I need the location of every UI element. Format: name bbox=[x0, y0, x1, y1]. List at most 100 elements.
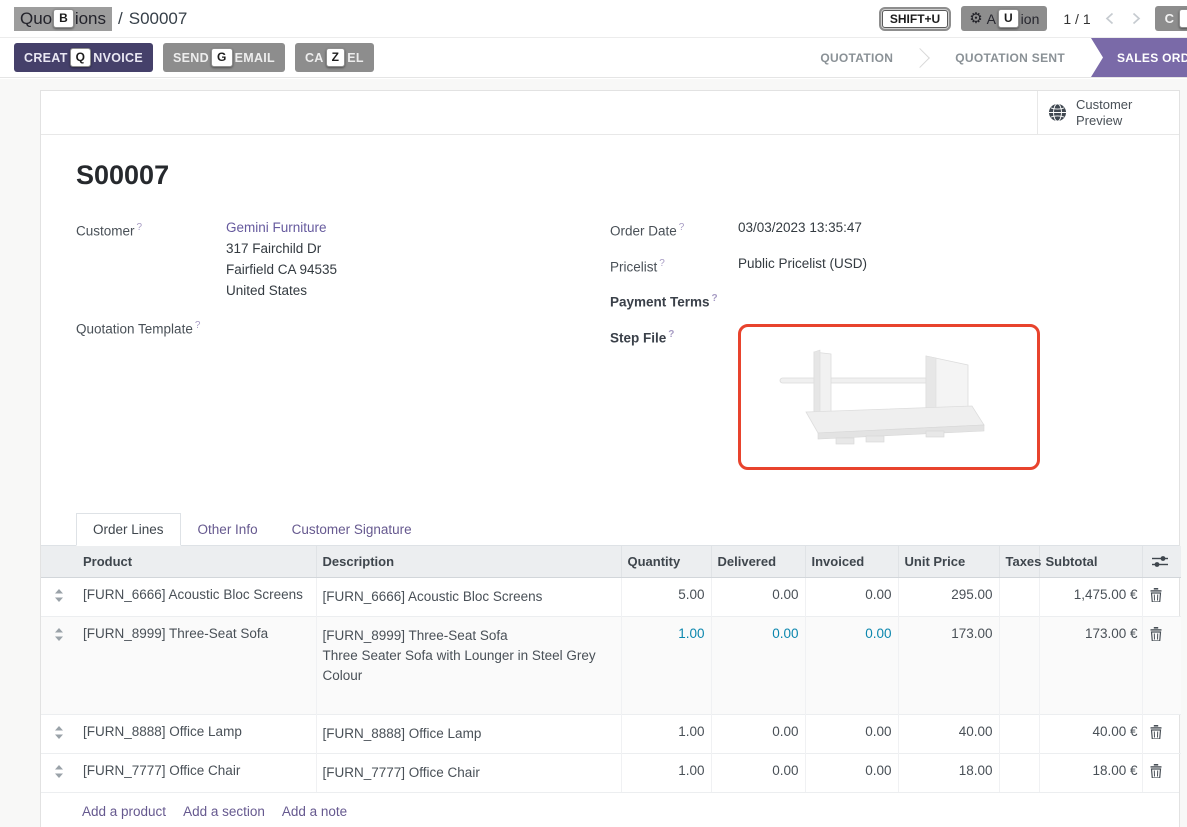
help-icon: ? bbox=[137, 222, 143, 233]
cancel-label-pre: CA bbox=[305, 51, 324, 65]
fields-left-column: Customer? Gemini Furniture 317 Fairchild… bbox=[76, 217, 610, 481]
keyboard-hint-q: Q bbox=[70, 48, 92, 67]
order-date-value[interactable]: 03/03/2023 13:35:47 bbox=[738, 217, 862, 242]
customer-address-line3: United States bbox=[226, 280, 337, 301]
pricelist-value[interactable]: Public Pricelist (USD) bbox=[738, 253, 867, 278]
taxes-cell[interactable] bbox=[999, 753, 1039, 792]
unit-price-cell[interactable]: 18.00 bbox=[898, 753, 999, 792]
taxes-column-header[interactable]: Taxes bbox=[999, 546, 1039, 578]
cancel-button[interactable]: CA Z EL bbox=[295, 43, 374, 72]
action-label-pre: A bbox=[987, 11, 996, 27]
delete-line-icon[interactable] bbox=[1150, 725, 1162, 739]
help-icon: ? bbox=[668, 329, 674, 340]
tab-order-lines[interactable]: Order Lines bbox=[76, 513, 181, 546]
order-line-row: [FURN_8999] Three-Seat Sofa [FURN_8999] … bbox=[41, 616, 1181, 714]
product-column-header[interactable]: Product bbox=[77, 546, 316, 578]
delivered-cell: 0.00 bbox=[711, 577, 805, 616]
breadcrumb-parent-pre: Quo bbox=[20, 9, 52, 29]
invoiced-cell: 0.00 bbox=[805, 714, 898, 753]
delivered-cell: 0.00 bbox=[711, 714, 805, 753]
add-a-section-link[interactable]: Add a section bbox=[183, 804, 265, 819]
product-cell[interactable]: [FURN_6666] Acoustic Bloc Screens bbox=[77, 577, 316, 616]
quantity-column-header[interactable]: Quantity bbox=[621, 546, 711, 578]
step-file-3d-preview bbox=[774, 338, 1004, 456]
keyboard-hint-b: B bbox=[53, 9, 74, 28]
edge-cutoff-button[interactable]: C bbox=[1155, 6, 1187, 31]
status-pipeline: QUOTATION QUOTATION SENT SALES ORDER bbox=[804, 38, 1187, 77]
help-icon: ? bbox=[712, 293, 718, 304]
quantity-cell[interactable]: 5.00 bbox=[621, 577, 711, 616]
taxes-cell[interactable] bbox=[999, 616, 1039, 714]
unit-price-cell[interactable]: 295.00 bbox=[898, 577, 999, 616]
product-cell[interactable]: [FURN_7777] Office Chair bbox=[77, 753, 316, 792]
customer-link[interactable]: Gemini Furniture bbox=[226, 220, 327, 235]
add-a-note-link[interactable]: Add a note bbox=[282, 804, 347, 819]
taxes-cell[interactable] bbox=[999, 714, 1039, 753]
status-step-quotation[interactable]: QUOTATION bbox=[804, 38, 909, 77]
step-file-image-field[interactable] bbox=[738, 324, 1040, 470]
tab-customer-signature[interactable]: Customer Signature bbox=[275, 513, 429, 546]
product-cell[interactable]: [FURN_8999] Three-Seat Sofa bbox=[77, 616, 316, 714]
tab-other-info[interactable]: Other Info bbox=[181, 513, 275, 546]
delete-line-icon[interactable] bbox=[1150, 764, 1162, 778]
send-email-button[interactable]: SEND G EMAIL bbox=[163, 43, 285, 72]
optional-columns-sliders-icon[interactable] bbox=[1152, 555, 1168, 568]
delivered-column-header[interactable]: Delivered bbox=[711, 546, 805, 578]
action-menu-button[interactable]: ⚙ A U ion bbox=[961, 6, 1047, 31]
fields-right-column: Order Date? 03/03/2023 13:35:47 Pricelis… bbox=[610, 217, 1144, 481]
customer-preview-button[interactable]: Customer Preview bbox=[1037, 91, 1179, 134]
send-email-label-pre: SEND bbox=[173, 51, 209, 65]
status-chevron-icon bbox=[909, 38, 939, 77]
description-column-header[interactable]: Description bbox=[316, 546, 621, 578]
unit-price-cell[interactable]: 173.00 bbox=[898, 616, 999, 714]
delete-line-icon[interactable] bbox=[1150, 627, 1162, 641]
description-cell[interactable]: [FURN_8999] Three-Seat SofaThree Seater … bbox=[316, 616, 621, 714]
shift-hint-button[interactable]: SHIFT+U bbox=[879, 7, 951, 31]
status-step-quotation-sent[interactable]: QUOTATION SENT bbox=[939, 38, 1081, 77]
order-date-label: Order Date? bbox=[610, 217, 738, 242]
help-icon: ? bbox=[195, 320, 201, 331]
order-line-row: [FURN_7777] Office Chair [FURN_7777] Off… bbox=[41, 753, 1181, 792]
taxes-cell[interactable] bbox=[999, 577, 1039, 616]
create-invoice-button[interactable]: CREAT Q NVOICE bbox=[14, 43, 153, 72]
handle-column-header bbox=[41, 546, 77, 578]
help-icon: ? bbox=[679, 222, 685, 233]
description-cell[interactable]: [FURN_7777] Office Chair bbox=[316, 753, 621, 792]
status-step-sales-order[interactable]: SALES ORDER bbox=[1091, 38, 1187, 77]
pricelist-label: Pricelist? bbox=[610, 253, 738, 278]
keyboard-hint-shift-u: SHIFT+U bbox=[882, 10, 948, 28]
description-cell[interactable]: [FURN_8888] Office Lamp bbox=[316, 714, 621, 753]
customer-address-line1: 317 Fairchild Dr bbox=[226, 238, 337, 259]
drag-handle-icon[interactable] bbox=[54, 726, 64, 739]
order-form-sheet: Customer Preview S00007 Customer? Gemini… bbox=[40, 90, 1180, 827]
description-line: [FURN_8999] Three-Seat Sofa bbox=[323, 626, 615, 646]
quantity-cell[interactable]: 1.00 bbox=[621, 753, 711, 792]
form-view-background: Customer Preview S00007 Customer? Gemini… bbox=[0, 79, 1187, 827]
breadcrumb-quotations-link[interactable]: Quo B ions bbox=[14, 7, 112, 31]
subtotal-column-header[interactable]: Subtotal bbox=[1039, 546, 1142, 578]
quantity-cell[interactable]: 1.00 bbox=[621, 616, 711, 714]
subtotal-cell: 173.00 € bbox=[1039, 616, 1142, 714]
drag-handle-icon[interactable] bbox=[54, 628, 64, 641]
payment-terms-label: Payment Terms? bbox=[610, 288, 738, 313]
drag-handle-icon[interactable] bbox=[54, 765, 64, 778]
product-cell[interactable]: [FURN_8888] Office Lamp bbox=[77, 714, 316, 753]
delivered-cell: 0.00 bbox=[711, 753, 805, 792]
page-title: S00007 bbox=[76, 160, 1144, 191]
quantity-cell[interactable]: 1.00 bbox=[621, 714, 711, 753]
customer-preview-line1: Customer bbox=[1076, 97, 1132, 112]
description-line: [FURN_8888] Office Lamp bbox=[323, 724, 615, 744]
unit-price-cell[interactable]: 40.00 bbox=[898, 714, 999, 753]
pager-next-button[interactable] bbox=[1128, 12, 1145, 25]
description-cell[interactable]: [FURN_6666] Acoustic Bloc Screens bbox=[316, 577, 621, 616]
pager-previous-button[interactable] bbox=[1101, 12, 1118, 25]
subtotal-cell: 18.00 € bbox=[1039, 753, 1142, 792]
unit-price-column-header[interactable]: Unit Price bbox=[898, 546, 999, 578]
drag-handle-icon[interactable] bbox=[54, 589, 64, 602]
delete-line-icon[interactable] bbox=[1150, 588, 1162, 602]
keyboard-hint-cutoff bbox=[1179, 9, 1187, 28]
invoiced-cell: 0.00 bbox=[805, 753, 898, 792]
invoiced-column-header[interactable]: Invoiced bbox=[805, 546, 898, 578]
add-a-product-link[interactable]: Add a product bbox=[82, 804, 166, 819]
action-label-post: ion bbox=[1021, 11, 1040, 27]
